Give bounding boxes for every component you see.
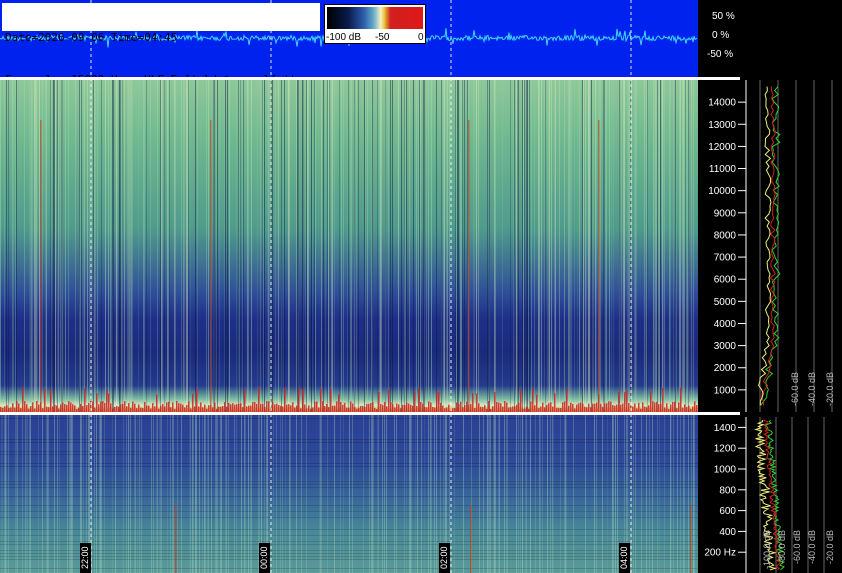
time-label-22: 22:00 (80, 543, 91, 573)
frequency-label-upper: 11000 (709, 164, 737, 175)
frequency-label-upper: 12000 (708, 142, 736, 153)
frequency-label-lower: 600 (719, 506, 736, 517)
db-label-lower-2: -80.0 dB (777, 530, 787, 565)
db-label-upper-2: -40.0 dB (807, 372, 817, 407)
db-label-lower-4: -40.0 dB (807, 530, 817, 565)
frequency-label-upper: 8000 (714, 230, 737, 241)
waveform-label-bottom: -50 % (707, 49, 734, 60)
time-gridlines (90, 0, 632, 573)
frequency-label-lower: 1000 (714, 465, 737, 476)
frequency-label-lower: 800 (719, 485, 736, 496)
db-label-lower-3: -60.0 dB (792, 530, 802, 565)
db-label-lower-5: -20.0 dB (825, 530, 835, 565)
db-label-lower-1: -100.0 dB (762, 530, 772, 570)
frequency-label-lower: 1200 (714, 444, 737, 455)
frequency-label-upper: 13000 (708, 120, 736, 131)
frequency-label-upper: 5000 (714, 297, 737, 308)
waveform-label-top: 50 % (712, 11, 735, 22)
frequency-label-upper: 7000 (714, 253, 737, 264)
time-label-02: 02:00 (439, 543, 450, 573)
frequency-label-upper: 2000 (714, 363, 737, 374)
frequency-label-upper: 1000 (714, 385, 737, 396)
frequency-label-upper: 6000 (714, 275, 737, 286)
db-label-upper-3: -20.0 dB (825, 372, 835, 407)
time-label-04: 04:00 (619, 543, 630, 573)
frequency-axis-and-spectrum: 1000 2000 3000 4000 5000 6000 7000 8000 9000 1000… (704, 80, 833, 573)
frequency-label-upper: 4000 (714, 319, 737, 330)
db-label-upper-1: -60.0 dB (790, 372, 800, 407)
frequency-label-lower: 1400 (714, 423, 737, 434)
frequency-label-upper: 10000 (708, 186, 736, 197)
frequency-label-upper: 3000 (714, 341, 737, 352)
vlf-spectrogram-display: 50 % 0 % -50 % Date=2026-09-06 Time=04:4… (0, 0, 842, 573)
frequency-label-lower: 400 (719, 527, 736, 538)
frequency-label-upper: 14000 (708, 98, 736, 109)
frequency-label-lower: 200 Hz (704, 548, 736, 559)
spectrum-profile-red-upper (761, 86, 776, 406)
waveform-label-mid: 0 % (712, 30, 730, 41)
time-label-00: 00:00 (259, 543, 270, 573)
frequency-label-upper: 9000 (714, 208, 737, 219)
